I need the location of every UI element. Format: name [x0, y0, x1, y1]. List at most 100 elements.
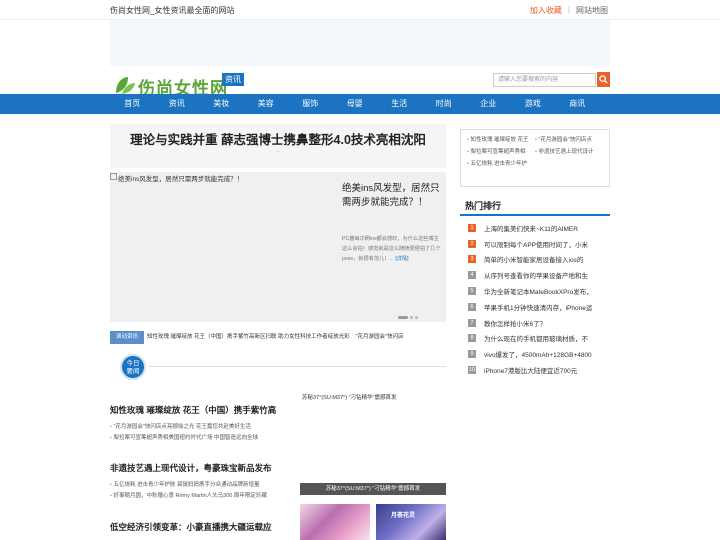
slider-desc: PC酱每次刷ins都会感叹，为什么这些博主这么会拍！感觉就是这么随随便便拍了几个… [342, 234, 444, 264]
today-badge-line2: 要闻 [126, 368, 140, 375]
nav-item[interactable]: 美妆 [199, 94, 244, 114]
nav-item[interactable]: 美容 [244, 94, 289, 114]
hot-ranking-item[interactable]: 3 简单的小米智能家居设备接入ios的 [460, 252, 610, 268]
rank-title: 从序列号查看你的苹果设备产地和生 [484, 273, 588, 281]
logo-tag: 资讯 [222, 73, 244, 86]
slider-dots [398, 316, 418, 319]
nav-item[interactable]: 游戏 [511, 94, 556, 114]
news-group: 低空经济引领变革：小豪直播携大疆运载应 [110, 521, 296, 533]
slider-image[interactable]: 绝美ins风发型，居然只需两步就能完成？！ [110, 172, 336, 322]
nav-item[interactable]: 服饰 [288, 94, 333, 114]
search-icon [599, 75, 608, 84]
hot-ranking-title: 热门排行 [460, 198, 610, 216]
sidebar-link-item[interactable]: "花月游园会"快闪店点 [535, 134, 603, 146]
nav-item[interactable]: 时尚 [422, 94, 467, 114]
rank-number: 10 [468, 366, 476, 375]
news-group-list: 五亿烧耗 进击青少年护肤 袋鼠妈妈携手分众通动品牌新增量 好事随月圆，中秋赠心意… [110, 480, 296, 502]
list-item[interactable]: "花月游园会"快闪店点亮顺徐之光 花王嘉您共赴美好生活 [110, 422, 296, 433]
rank-title: 上海的集美们快来~K11的AIMER [484, 225, 578, 233]
slider-title[interactable]: 绝美ins风发型，居然只需两步就能完成？！ [342, 182, 442, 210]
site-slogan: 伤尚女性网_女性资讯最全面的网站 [110, 6, 235, 15]
news-group-title[interactable]: 非遗技艺遇上现代设计，粤豪珠宝新品发布 [110, 462, 296, 474]
sidebar-link-item[interactable]: 五亿烧耗 进击青少年护 [467, 158, 535, 170]
sidebar-link-item[interactable]: 非遗技艺遇上现代设计 [535, 146, 603, 158]
rank-title: vivo爆发了，4500mAh+128GB+4800 [484, 352, 592, 360]
list-item[interactable]: 梨拉案可宣筹超声秀相美国纽约时代广场 中国智造远向全球 [110, 433, 296, 444]
rank-number: 6 [468, 302, 476, 311]
banner-ad[interactable] [110, 20, 610, 66]
slider-dot-active[interactable] [398, 316, 408, 319]
top-links: 加入收藏 | 网站地图 [530, 5, 608, 16]
rank-number: 7 [468, 318, 476, 327]
hot-ranking-item[interactable]: 8 为什么现在的手机都用玻璃材质，不 [460, 331, 610, 347]
today-news-badge: 今日 要闻 [120, 354, 146, 380]
list-item[interactable]: 好事随月圆，中秋赠心意 Rémy Martin人头马300 周年限定珍藏 [110, 491, 296, 502]
nav-item[interactable]: 生活 [377, 94, 422, 114]
divider [148, 366, 446, 367]
slider-more-link[interactable]: [详情] [395, 256, 408, 262]
rank-number: 5 [468, 287, 476, 296]
rank-number: 4 [468, 271, 476, 280]
rank-title: 苹果手机1分钟快速清内存，iPhone运 [484, 304, 593, 312]
picture-block: 苏秘37°(SU:M37°) "刁钻精华"震撼首发 苏秘37°(SU:M37°)… [300, 393, 446, 499]
add-favorite-link[interactable]: 加入收藏 [530, 5, 562, 16]
thumbnail-image[interactable] [300, 504, 370, 540]
nav-item[interactable]: 商讯 [555, 94, 600, 114]
hot-ranking-item[interactable]: 9 vivo爆发了，4500mAh+128GB+4800 [460, 346, 610, 362]
hot-ranking-item[interactable]: 5 华为全新笔记本MateBookXPro发布， [460, 283, 610, 299]
nav-item[interactable]: 首页 [110, 94, 155, 114]
rank-number: 1 [468, 223, 476, 232]
headline-more: .. [276, 148, 280, 154]
rank-title: 教你怎样抢小米6了？ [484, 320, 547, 328]
news-group: 非遗技艺遇上现代设计，粤豪珠宝新品发布 五亿烧耗 进击青少年护肤 袋鼠妈妈携手分… [110, 462, 296, 502]
hot-ranking-item[interactable]: 10 iPhone7港版比大陆便宜近700元 [460, 362, 610, 378]
scroll-news-item[interactable]: "花月游园会"快闪店 [356, 331, 404, 344]
feature-slider: 绝美ins风发型，居然只需两步就能完成？！ 绝美ins风发型，居然只需两步就能完… [110, 172, 446, 322]
rank-title: iPhone7港版比大陆便宜近700元 [484, 368, 578, 376]
headline-block: 理论与实践并重 薛志强博士携鼻整形4.0技术亮相沈阳 .. [110, 124, 446, 168]
news-group-list: "花月游园会"快闪店点亮顺徐之光 花王嘉您共赴美好生活 梨拉案可宣筹超声秀相美国… [110, 422, 296, 444]
hot-ranking-list: 1 上海的集美们快来~K11的AIMER 2 可以限制每个APP使用时间了，小米 3 简单… [460, 220, 610, 378]
picture-image[interactable] [300, 401, 446, 479]
rank-number: 3 [468, 255, 476, 264]
search-input[interactable]: 请输入您要搜索的内容 [493, 73, 596, 87]
broken-image-icon [110, 173, 117, 180]
scroll-news: 滚动资讯 知性玫瑰 璀璨绽放 花王（中国）携手紫竹高新区扫联 助力女性科技工作者… [110, 331, 446, 344]
rank-title: 为什么现在的手机都用玻璃材质，不 [484, 336, 588, 344]
nav-item[interactable]: 母婴 [333, 94, 378, 114]
hot-ranking-item[interactable]: 1 上海的集美们快来~K11的AIMER [460, 220, 610, 236]
main-nav: 首页 资讯 美妆 美容 服饰 母婴 生活 时尚 企业 游戏 商讯 [0, 94, 720, 114]
site-logo[interactable]: 伤尚女性网 资讯 [114, 73, 244, 99]
nav-item[interactable]: 资讯 [155, 94, 200, 114]
rank-title: 简单的小米智能家居设备接入ios的 [484, 257, 584, 265]
hot-ranking-item[interactable]: 6 苹果手机1分钟快速清内存，iPhone运 [460, 299, 610, 315]
sidebar-link-item[interactable]: 梨拉案可宣筹超声秀相 [467, 146, 535, 158]
top-bar: 伤尚女性网_女性资讯最全面的网站 加入收藏 | 网站地图 [0, 0, 720, 20]
rank-number: 9 [468, 350, 476, 359]
thumbnail-image[interactable]: 月荟花灵 [376, 504, 446, 540]
sidebar-link-item[interactable]: 知性玫瑰 璀璨绽放 花王 [467, 134, 535, 146]
slider-dot[interactable] [410, 316, 413, 319]
news-group-title[interactable]: 知性玫瑰 璀璨绽放 花王（中国）携手紫竹高 [110, 404, 296, 416]
rank-number: 2 [468, 239, 476, 248]
news-group: 知性玫瑰 璀璨绽放 花王（中国）携手紫竹高 "花月游园会"快闪店点亮顺徐之光 花… [110, 404, 296, 444]
hot-ranking-item[interactable]: 7 教你怎样抢小米6了？ [460, 315, 610, 331]
sidebar-links: 知性玫瑰 璀璨绽放 花王"花月游园会"快闪店点梨拉案可宣筹超声秀相非遗技艺遇上现… [460, 129, 610, 187]
hot-ranking: 热门排行 1 上海的集美们快来~K11的AIMER 2 可以限制每个APP使用时间了，… [460, 198, 610, 378]
slider-image-alt: 绝美ins风发型，居然只需两步就能完成？！ [118, 176, 244, 183]
rank-title: 可以限制每个APP使用时间了，小米 [484, 241, 589, 249]
news-group-title[interactable]: 低空经济引领变革：小豪直播携大疆运载应 [110, 521, 296, 533]
sitemap-link[interactable]: 网站地图 [576, 5, 608, 16]
scroll-news-item[interactable]: 知性玫瑰 璀璨绽放 花王（中国）携手紫竹高新区扫联 助力女性科技工作者绽放光彩 [147, 331, 350, 344]
nav-item[interactable]: 企业 [466, 94, 511, 114]
headline-title[interactable]: 理论与实践并重 薛志强博士携鼻整形4.0技术亮相沈阳 [110, 124, 446, 148]
picture-caption-bar[interactable]: 苏秘37°(SU:M37°) "刁钻精华"震撼首发 [300, 483, 446, 495]
hot-ranking-item[interactable]: 4 从序列号查看你的苹果设备产地和生 [460, 267, 610, 283]
hot-ranking-item[interactable]: 2 可以限制每个APP使用时间了，小米 [460, 236, 610, 252]
search-button[interactable] [597, 72, 610, 87]
list-item[interactable]: 五亿烧耗 进击青少年护肤 袋鼠妈妈携手分众通动品牌新增量 [110, 480, 296, 491]
scroll-news-label: 滚动资讯 [110, 331, 144, 344]
slider-dot[interactable] [415, 316, 418, 319]
picture-caption-top[interactable]: 苏秘37°(SU:M37°) "刁钻精华"震撼首发 [302, 393, 396, 401]
slider-desc-text: PC酱每次刷ins都会感叹，为什么这些博主这么会拍！感觉就是这么随随便便拍了几个… [342, 236, 441, 262]
